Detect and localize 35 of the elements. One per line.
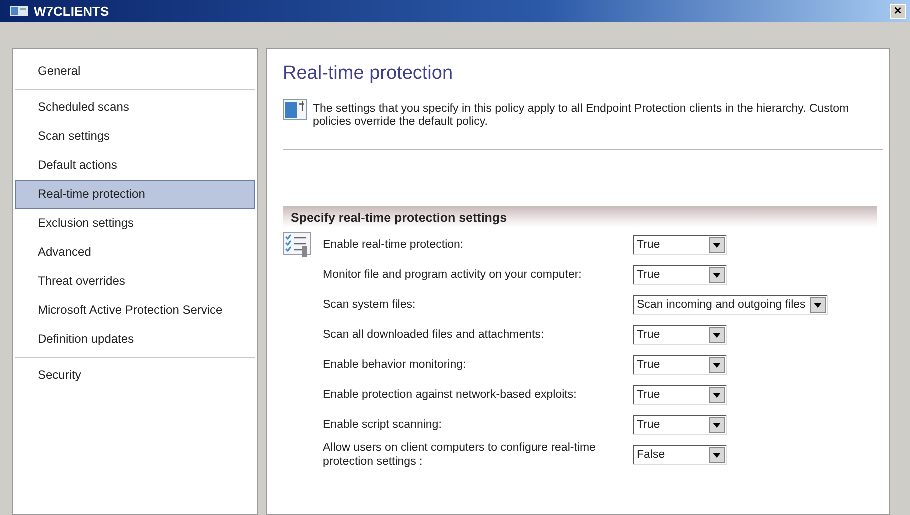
setting-label: Enable protection against network-based exploits: — [323, 388, 578, 402]
sidebar-item[interactable]: Real-time protection — [15, 180, 255, 209]
window-title: W7CLIENTS — [34, 4, 110, 18]
dropdown[interactable]: Scan incoming and outgoing files — [633, 295, 828, 315]
setting-label: Enable behavior monitoring: — [323, 358, 468, 372]
page-title: Real-time protection — [283, 63, 454, 85]
dropdown[interactable]: True — [633, 265, 727, 285]
dropdown[interactable]: True — [633, 235, 727, 255]
setting-label: Enable script scanning: — [323, 418, 443, 432]
close-button[interactable]: × — [890, 4, 906, 18]
sidebar-item[interactable]: Security — [15, 361, 255, 390]
setting-label: Allow users on client computers to configure real-time protection settings : — [323, 441, 597, 469]
sidebar-item[interactable]: Default actions — [15, 151, 255, 180]
sidebar-item[interactable]: General — [15, 57, 255, 86]
sidebar-item[interactable]: Scan settings — [15, 122, 255, 151]
section-header: Specify real-time protection settings — [283, 206, 877, 228]
setting-label: Enable real-time protection: — [323, 238, 465, 252]
description-text: The settings that you specify in this policy apply to all Endpoint Protection clients in the hierarchy. Custom policies override the default policy. — [313, 103, 850, 129]
dropdown[interactable]: True — [633, 325, 727, 345]
dropdown[interactable]: False — [633, 445, 727, 465]
document-icon — [283, 99, 307, 121]
sidebar-item[interactable]: Threat overrides — [15, 267, 255, 296]
setting-label: Scan system files: — [323, 298, 417, 312]
sidebar-item[interactable]: Microsoft Active Protection Service — [15, 296, 255, 325]
sidebar-item[interactable]: Advanced — [15, 238, 255, 267]
setting-label: Monitor file and program activity on your computer: — [323, 268, 583, 282]
window-icon — [10, 5, 28, 17]
sidebar-item[interactable]: Scheduled scans — [15, 93, 255, 122]
dropdown[interactable]: True — [633, 415, 727, 435]
sidebar-item[interactable]: Exclusion settings — [15, 209, 255, 238]
setting-label: Scan all downloaded files and attachments: — [323, 328, 546, 342]
dropdown[interactable]: True — [633, 385, 727, 405]
dropdown[interactable]: True — [633, 355, 727, 375]
checklist-icon — [283, 232, 311, 258]
sidebar-item[interactable]: Definition updates — [15, 325, 255, 354]
